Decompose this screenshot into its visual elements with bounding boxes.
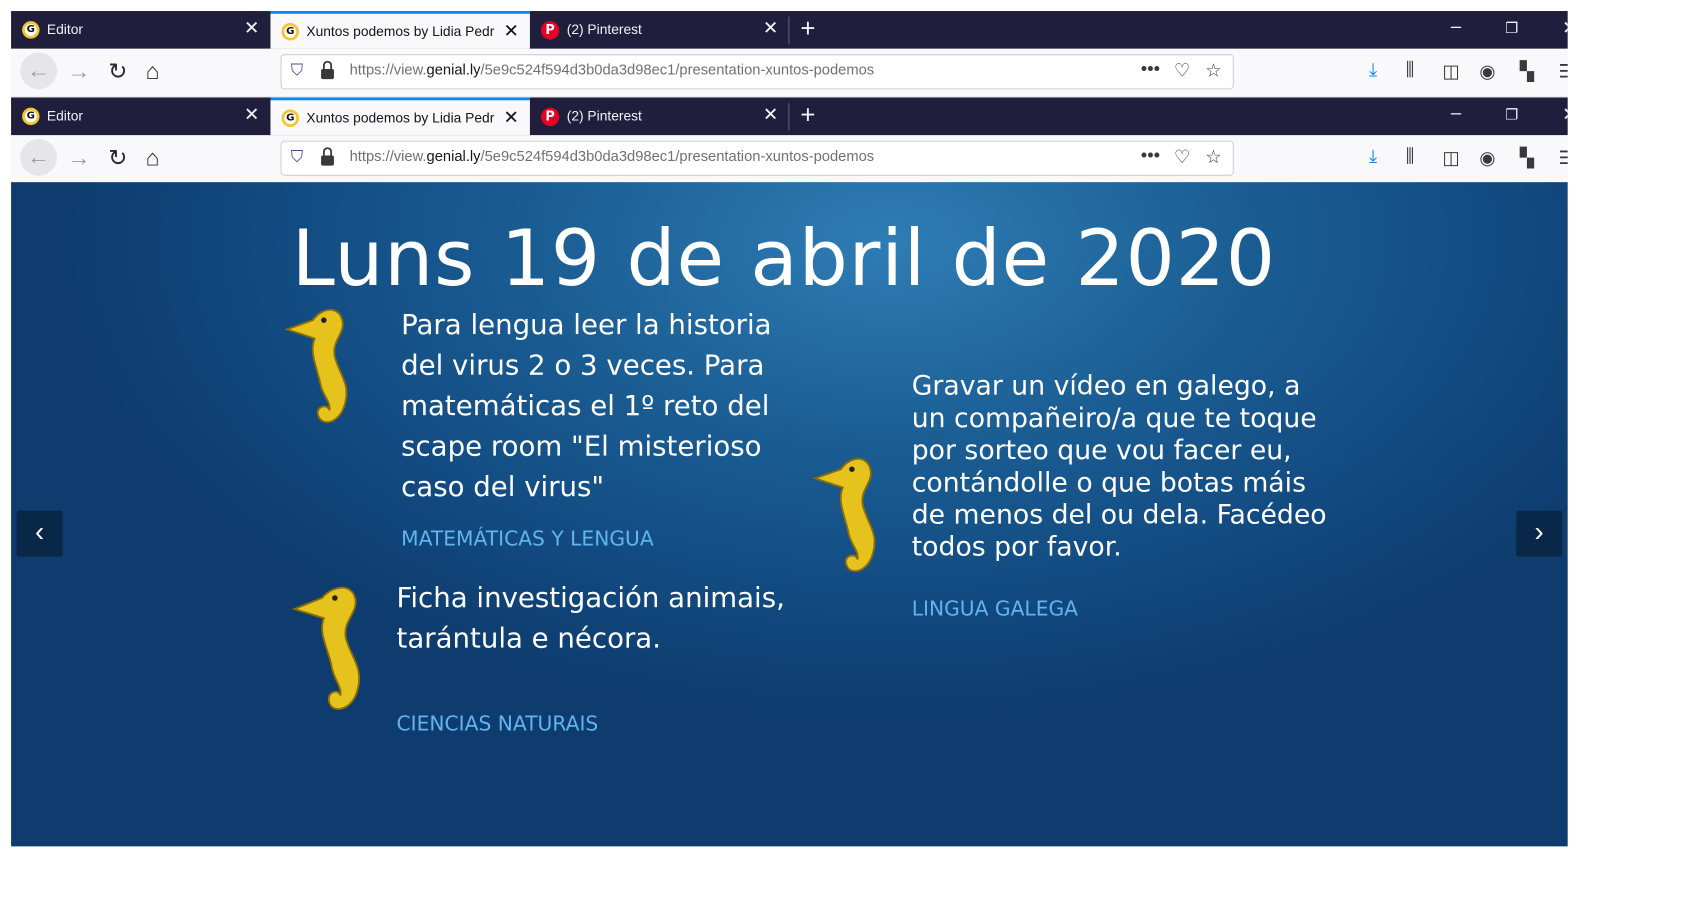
chevron-right-icon: › — [1534, 517, 1544, 548]
pinterest-favicon-icon: P — [540, 107, 560, 126]
extension-icon[interactable]: ▚ — [1520, 146, 1534, 169]
tab-close-icon[interactable]: ✕ — [763, 105, 778, 125]
window-close-icon[interactable]: ✕ — [1562, 17, 1568, 40]
tab-title: Editor — [46, 22, 83, 38]
bookmark-star-icon[interactable]: ☆ — [1205, 145, 1222, 168]
sidebar-icon[interactable]: ◫ — [1443, 146, 1460, 169]
prev-slide-button[interactable]: ‹ — [16, 510, 63, 557]
home-icon[interactable]: ⌂ — [136, 58, 169, 86]
back-arrow-icon[interactable]: ← — [20, 52, 58, 90]
tab-pinterest[interactable]: P (2) Pinterest ✕ — [530, 11, 789, 49]
chevron-left-icon: ‹ — [34, 517, 45, 548]
back-arrow-icon[interactable]: ← — [20, 138, 58, 176]
tab-xuntos-podemos[interactable]: Xuntos podemos by Lidia Pedr ✕ — [270, 97, 530, 136]
new-tab-icon[interactable]: + — [800, 101, 815, 129]
tab-strip: Editor ✕ Xuntos podemos by Lidia Pedr ✕ … — [11, 97, 1568, 136]
genially-favicon-icon — [281, 109, 299, 127]
subject-link[interactable]: LINGUA GALEGA — [912, 598, 1078, 621]
genially-favicon-icon — [281, 22, 299, 41]
menu-icon[interactable]: ☰ — [1558, 146, 1567, 169]
activity-text: Ficha investigación animais, tarántula e… — [396, 582, 785, 656]
tab-xuntos-podemos[interactable]: Xuntos podemos by Lidia Pedr ✕ — [270, 11, 530, 49]
subject-link[interactable]: CIENCIAS NATURAIS — [397, 713, 599, 736]
tab-editor[interactable]: Editor ✕ — [11, 11, 270, 49]
page-actions-icon[interactable]: ••• — [1141, 59, 1160, 80]
tab-editor[interactable]: Editor ✕ — [11, 98, 270, 136]
account-icon[interactable]: ◉ — [1479, 146, 1495, 169]
tab-title: Xuntos podemos by Lidia Pedr — [306, 23, 495, 40]
forward-arrow-icon[interactable]: → — [63, 58, 96, 86]
activity-text: Para lengua leer la historia del virus 2… — [401, 309, 772, 504]
extension-icon[interactable]: ▚ — [1520, 60, 1534, 83]
minimize-icon[interactable]: – — [1451, 103, 1461, 124]
url-bar[interactable]: ⛉ https://view.genial.ly/5e9c524f594d3b0… — [280, 140, 1234, 176]
url-bar[interactable]: ⛉ https://view.genial.ly/5e9c524f594d3b0… — [280, 54, 1234, 90]
window-close-icon[interactable]: ✕ — [1562, 103, 1568, 126]
bookmark-star-icon[interactable]: ☆ — [1205, 59, 1222, 82]
genially-favicon-icon — [22, 107, 40, 126]
seahorse-icon — [291, 586, 361, 710]
new-tab-icon[interactable]: + — [800, 14, 815, 43]
activity-text: Gravar un vídeo en galego, a un compañei… — [911, 369, 1327, 563]
tab-close-icon[interactable]: ✕ — [503, 108, 518, 128]
subject-link[interactable]: MATEMÁTICAS Y LENGUA — [401, 528, 654, 551]
tab-pinterest[interactable]: P (2) Pinterest ✕ — [530, 98, 789, 136]
minimize-icon[interactable]: – — [1451, 17, 1461, 38]
tab-divider — [788, 103, 790, 131]
url-text[interactable]: https://view.genial.ly/5e9c524f594d3b0da… — [350, 149, 875, 166]
reload-icon[interactable]: ↻ — [101, 58, 134, 86]
tab-close-icon[interactable]: ✕ — [503, 21, 518, 41]
lock-icon[interactable] — [321, 60, 334, 80]
pocket-icon[interactable]: ♡ — [1174, 59, 1191, 82]
tab-close-icon[interactable]: ✕ — [763, 18, 778, 38]
tab-title: Editor — [46, 108, 83, 125]
restore-icon[interactable]: ❐ — [1505, 106, 1518, 124]
library-icon[interactable]: ⫼ — [1406, 60, 1414, 81]
download-icon[interactable]: ⤓ — [1369, 60, 1377, 81]
download-icon[interactable]: ⤓ — [1369, 146, 1377, 167]
tab-title: Xuntos podemos by Lidia Pedr — [306, 109, 495, 126]
lock-icon[interactable] — [321, 147, 334, 166]
home-icon[interactable]: ⌂ — [136, 144, 169, 172]
restore-icon[interactable]: ❐ — [1505, 19, 1518, 37]
seahorse-icon — [812, 457, 876, 573]
genially-favicon-icon — [22, 21, 40, 39]
library-icon[interactable]: ⫼ — [1406, 146, 1414, 167]
presentation-slide: Luns 19 de abril de 2020 Para lengua lee… — [11, 182, 1568, 847]
shield-icon[interactable]: ⛉ — [291, 147, 303, 166]
slide-title: Luns 19 de abril de 2020 — [291, 213, 1276, 304]
tab-close-icon[interactable]: ✕ — [244, 105, 259, 125]
menu-icon[interactable]: ☰ — [1558, 60, 1567, 83]
url-text[interactable]: https://view.genial.ly/5e9c524f594d3b0da… — [350, 63, 875, 80]
next-slide-button[interactable]: › — [1516, 510, 1563, 557]
tab-title: (2) Pinterest — [566, 22, 642, 38]
reload-icon[interactable]: ↻ — [101, 144, 134, 172]
tab-strip: Editor ✕ Xuntos podemos by Lidia Pedr ✕ … — [11, 11, 1568, 49]
pocket-icon[interactable]: ♡ — [1174, 145, 1191, 168]
pinterest-favicon-icon: P — [540, 20, 560, 40]
tab-divider — [788, 16, 790, 45]
tab-close-icon[interactable]: ✕ — [244, 18, 259, 38]
account-icon[interactable]: ◉ — [1479, 60, 1495, 83]
tab-title: (2) Pinterest — [566, 108, 642, 125]
forward-arrow-icon[interactable]: → — [63, 144, 96, 172]
nav-bar: ← → ↻ ⌂ ⛉ https://view.genial.ly/5e9c524… — [11, 48, 1568, 98]
sidebar-icon[interactable]: ◫ — [1443, 60, 1460, 83]
page-actions-icon[interactable]: ••• — [1141, 145, 1160, 166]
seahorse-icon — [284, 308, 348, 424]
nav-bar: ← → ↻ ⌂ ⛉ https://view.genial.ly/5e9c524… — [11, 135, 1568, 184]
shield-icon[interactable]: ⛉ — [291, 61, 303, 80]
